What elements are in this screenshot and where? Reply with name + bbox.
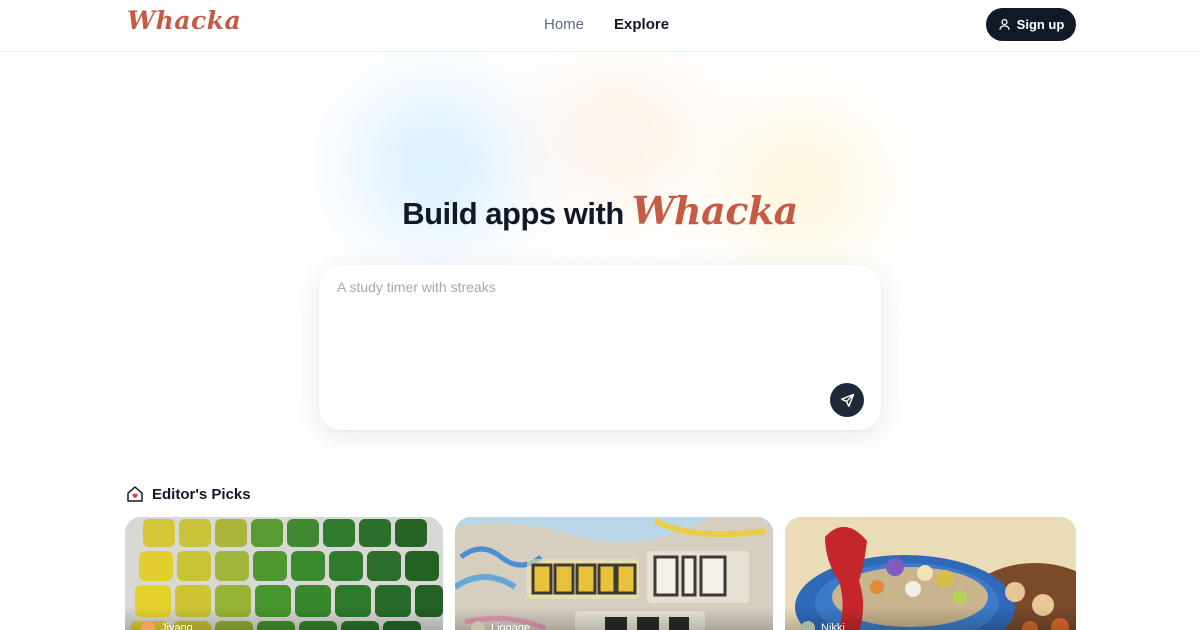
prompt-box [319, 265, 881, 430]
hero-title-brand: Whacka [631, 188, 799, 233]
editors-picks-header: Editor's Picks [126, 485, 251, 503]
author-name: Liggage [491, 622, 531, 630]
send-button[interactable] [830, 383, 864, 417]
prompt-input[interactable] [337, 279, 857, 379]
send-icon [840, 393, 854, 407]
hero-title: Build apps with Whacka [0, 188, 1200, 233]
author-name: Jiyang [161, 622, 193, 630]
sign-up-button[interactable]: Sign up [986, 8, 1076, 41]
avatar [141, 621, 155, 630]
house-heart-icon [127, 486, 143, 502]
editors-picks-title: Editor's Picks [152, 485, 251, 503]
sign-up-label: Sign up [1016, 17, 1065, 32]
author-name: Nikki [821, 622, 845, 630]
user-icon [999, 18, 1010, 30]
hero-gradient-yellow [700, 95, 900, 275]
logo[interactable]: Whacka [127, 6, 241, 35]
card-author[interactable]: Nikki [801, 621, 845, 630]
avatar [801, 621, 815, 630]
pick-card[interactable]: Nikki [785, 517, 1076, 630]
avatar [471, 621, 485, 630]
card-author[interactable]: Jiyang [141, 621, 193, 630]
card-author[interactable]: Liggage [471, 621, 530, 630]
page: Whacka Home Explore Sign up Build apps w… [0, 0, 1200, 630]
main-nav: Home Explore [544, 16, 669, 33]
nav-explore[interactable]: Explore [614, 16, 669, 33]
pick-card[interactable]: Liggage [455, 517, 773, 630]
pick-card[interactable]: Jiyang [125, 517, 443, 630]
top-nav-bar: Whacka Home Explore Sign up [0, 0, 1200, 52]
nav-home[interactable]: Home [544, 16, 584, 33]
hero-title-text: Build apps with [402, 196, 624, 231]
